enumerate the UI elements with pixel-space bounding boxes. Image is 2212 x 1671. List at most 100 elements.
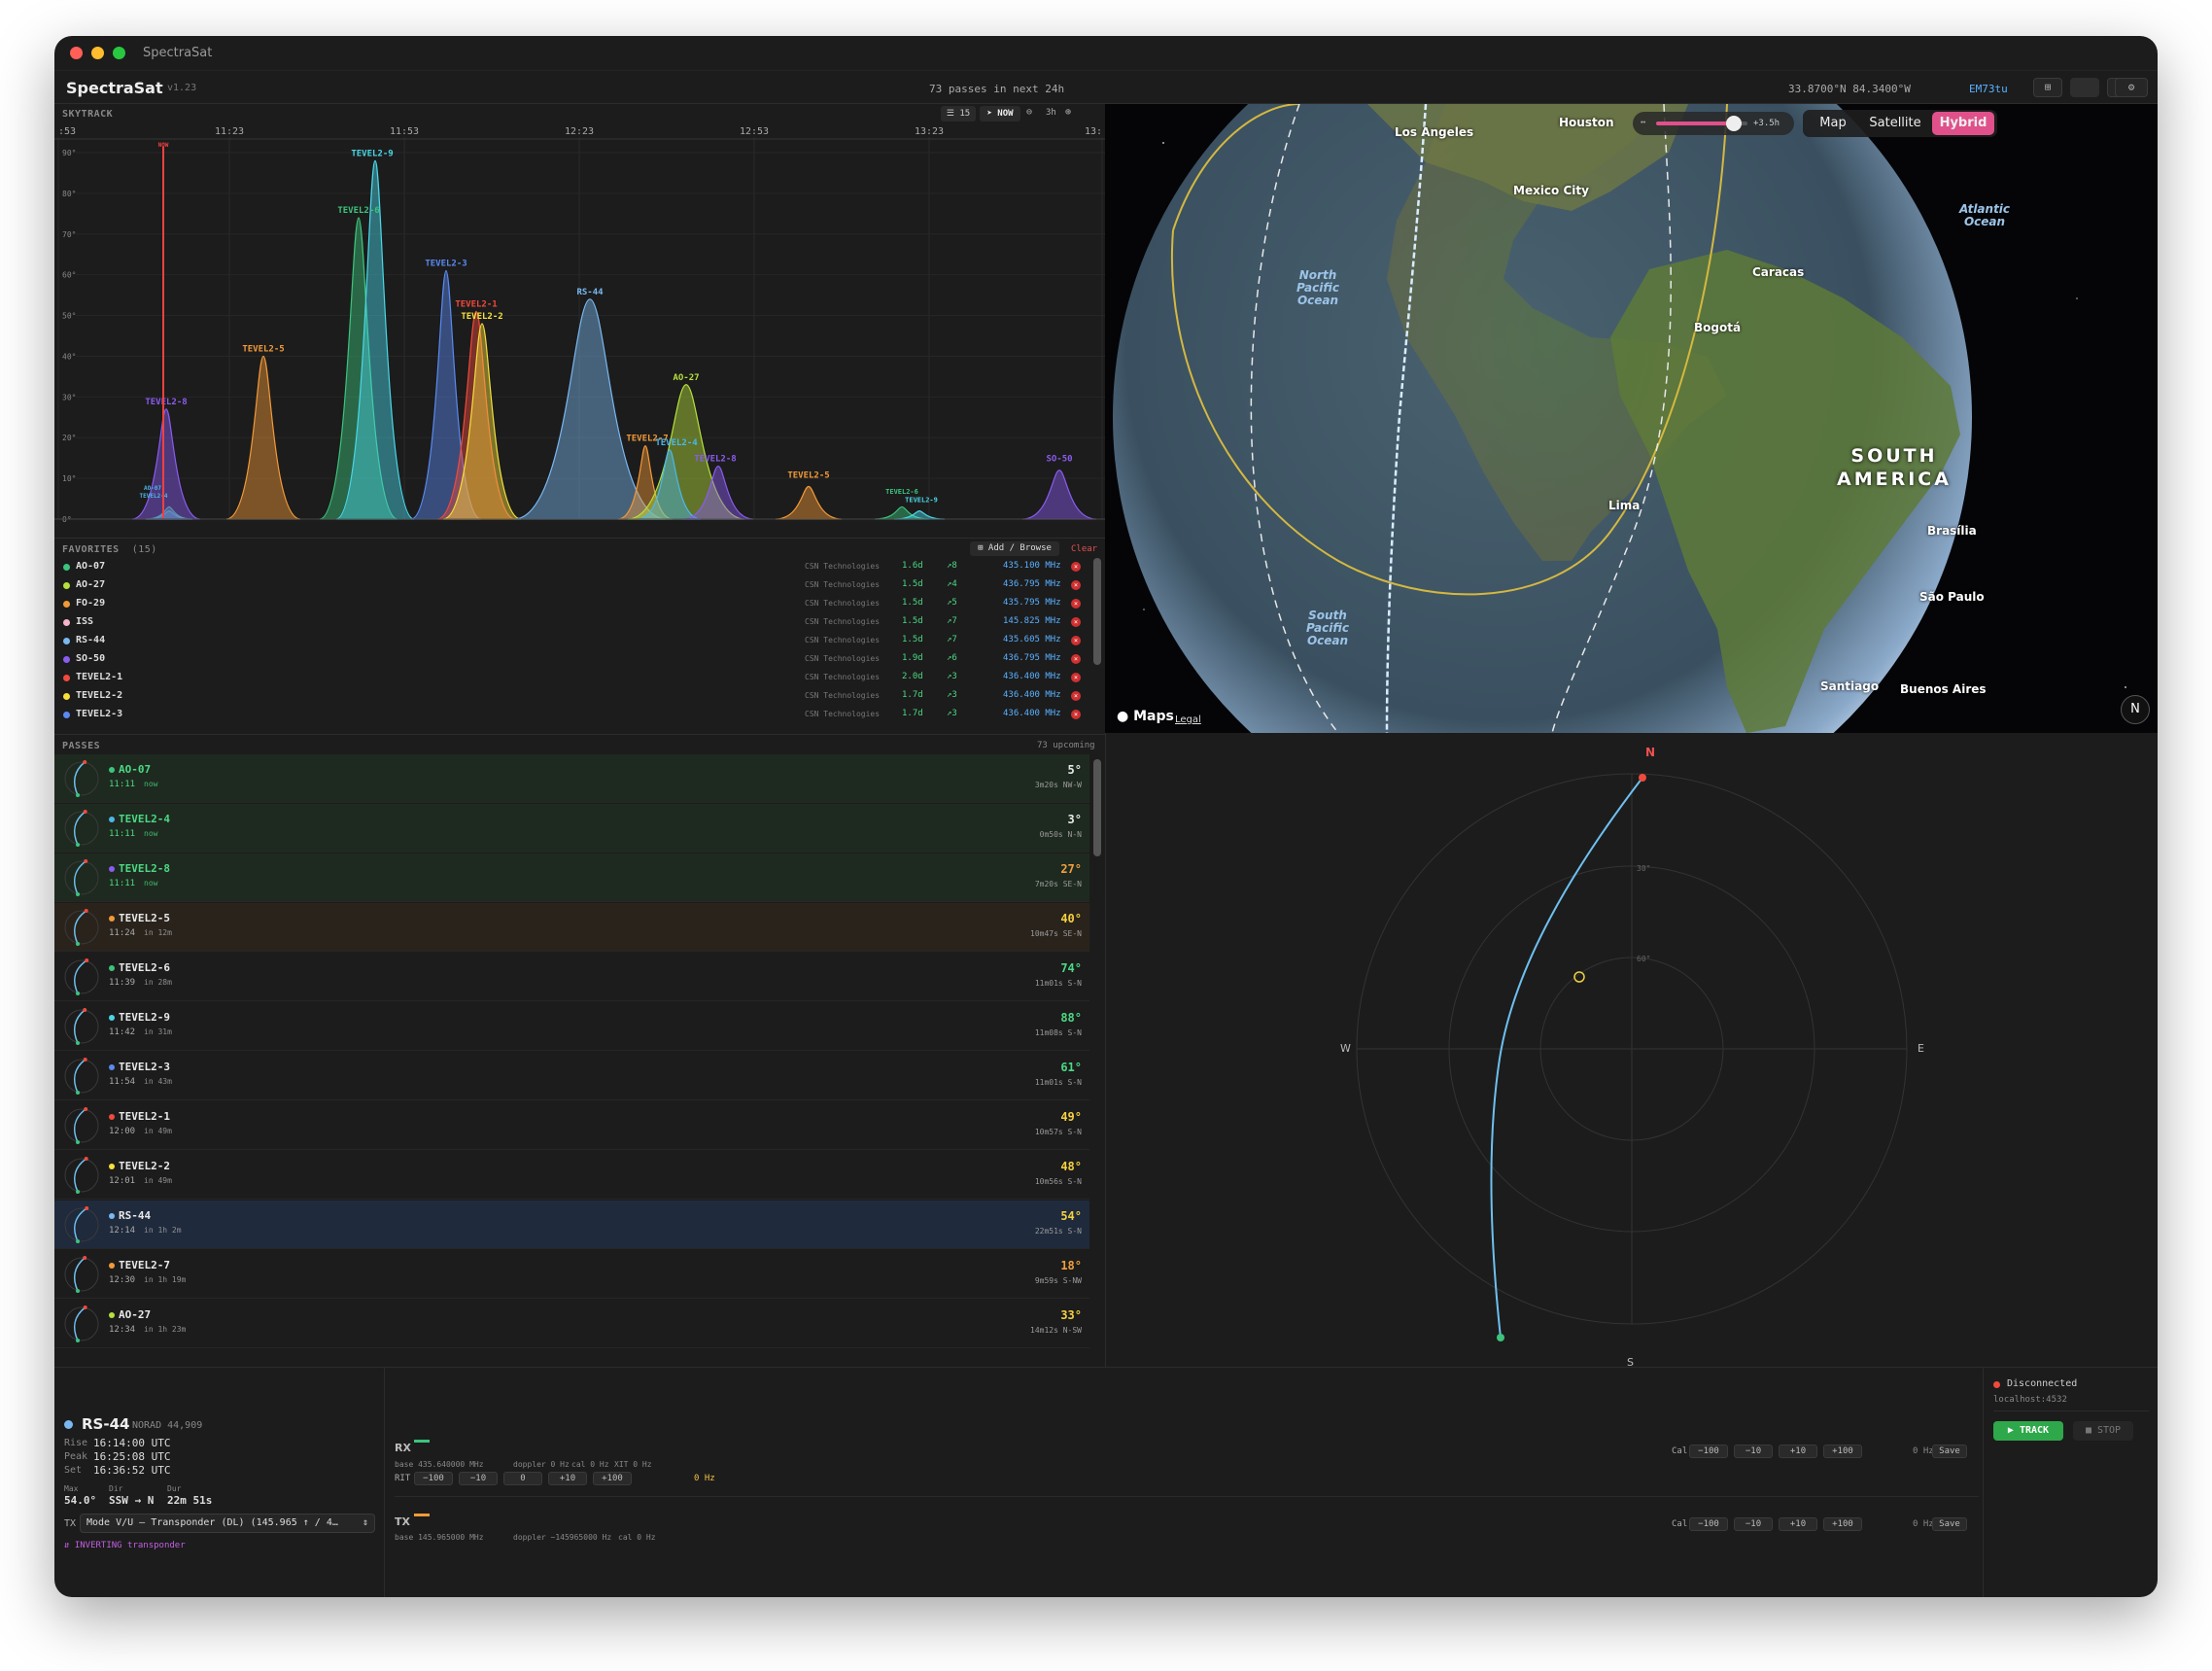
- map-mode-hybrid[interactable]: Hybrid: [1932, 112, 1994, 135]
- remove-favorite-icon[interactable]: ×: [1071, 710, 1081, 719]
- list-count-button[interactable]: ☰ 15: [941, 106, 976, 122]
- zoom-out-icon[interactable]: ⊖: [1026, 107, 1032, 118]
- rit-step-button[interactable]: −10: [459, 1472, 498, 1485]
- pass-row[interactable]: AO-07 11:11 now 5° 3m20s NW-W: [54, 754, 1089, 803]
- pass-row[interactable]: TEVEL2-4 11:11 now 3° 0m50s N-N: [54, 804, 1089, 853]
- rx-cal-step-button[interactable]: +10: [1779, 1445, 1817, 1458]
- rx-cal-step-button[interactable]: +100: [1823, 1445, 1862, 1458]
- favorite-item[interactable]: TEVEL2-1 CSN Technologies 2.0d ↗3 436.40…: [54, 669, 1089, 687]
- zoom-window-button[interactable]: [113, 47, 125, 59]
- remove-favorite-icon[interactable]: ×: [1071, 673, 1081, 682]
- pass-row[interactable]: TEVEL2-7 12:30 in 1h 19m 18° 9m59s S-NW: [54, 1250, 1089, 1299]
- pass-direction: SSW → N: [109, 1494, 155, 1507]
- pass-row[interactable]: TEVEL2-5 11:24 in 12m 40° 10m47s SE-N: [54, 903, 1089, 952]
- ocean-label: North Pacific Ocean: [1296, 268, 1339, 307]
- tx-cal-step-button[interactable]: +10: [1779, 1517, 1817, 1531]
- now-button[interactable]: ➤ NOW: [980, 106, 1020, 122]
- remove-favorite-icon[interactable]: ×: [1071, 580, 1081, 590]
- peak-label: TEVEL2-1: [455, 299, 497, 309]
- remove-favorite-icon[interactable]: ×: [1071, 617, 1081, 627]
- peak-label: TEVEL2-9: [351, 149, 393, 158]
- remove-favorite-icon[interactable]: ×: [1071, 654, 1081, 664]
- favorite-age: 1.7d: [902, 709, 923, 718]
- mini-polar-icon: [64, 1305, 99, 1342]
- pass-name: TEVEL2-8: [119, 862, 170, 875]
- pass-row[interactable]: TEVEL2-2 12:01 in 49m 48° 10m56s S-N: [54, 1151, 1089, 1200]
- clear-favorites-button[interactable]: Clear: [1071, 544, 1097, 554]
- transponder-select[interactable]: Mode V/U – Transponder (DL) (145.965 ↑ /…: [80, 1514, 375, 1533]
- pass-name: TEVEL2-6: [119, 961, 170, 974]
- rx-save-button[interactable]: Save: [1932, 1445, 1967, 1458]
- pass-row[interactable]: AO-27 12:34 in 1h 23m 33° 14m12s N-SW: [54, 1300, 1089, 1348]
- stop-button[interactable]: ■ STOP: [2073, 1421, 2133, 1441]
- tx-save-button[interactable]: Save: [1932, 1517, 1967, 1531]
- pass-row[interactable]: TEVEL2-8 11:11 now 27° 7m20s SE-N: [54, 853, 1089, 902]
- favorite-item[interactable]: AO-07 CSN Technologies 1.6d ↗8 435.100 M…: [54, 558, 1089, 576]
- legal-link[interactable]: Legal: [1175, 714, 1201, 725]
- pass-peak[interactable]: [775, 485, 843, 520]
- pass-time: 12:01: [109, 1176, 136, 1186]
- compass-button[interactable]: N: [2121, 695, 2150, 724]
- map-view[interactable]: ↔ +3.5h Map Satellite Hybrid Los Angeles…: [1105, 104, 2158, 733]
- pass-row[interactable]: TEVEL2-3 11:54 in 43m 61° 11m01s S-N: [54, 1052, 1089, 1100]
- rit-step-button[interactable]: −100: [414, 1472, 453, 1485]
- polar-plot-panel: N S E W 30° 60°: [1105, 733, 2158, 1369]
- pass-relative-time: in 1h 23m: [144, 1325, 187, 1334]
- pass-peak[interactable]: [1021, 470, 1097, 520]
- track-button[interactable]: ▶ TRACK: [1993, 1421, 2063, 1441]
- rit-step-button[interactable]: 0: [503, 1472, 542, 1485]
- peak-label: SO-50: [1046, 455, 1072, 465]
- favorite-item[interactable]: TEVEL2-2 CSN Technologies 1.7d ↗3 436.40…: [54, 687, 1089, 706]
- pass-time: 11:42: [109, 1027, 136, 1037]
- range-label[interactable]: 3h: [1046, 108, 1056, 118]
- tx-cal-step-button[interactable]: −10: [1734, 1517, 1773, 1531]
- favorite-item[interactable]: RS-44 CSN Technologies 1.5d ↗7 435.605 M…: [54, 632, 1089, 650]
- rx-cal-step-button[interactable]: −100: [1689, 1445, 1728, 1458]
- remove-favorite-icon[interactable]: ×: [1071, 636, 1081, 645]
- blank-toggle[interactable]: [2070, 78, 2099, 97]
- favorite-item[interactable]: TEVEL2-3 CSN Technologies 1.7d ↗3 436.40…: [54, 706, 1089, 724]
- favorite-item[interactable]: AO-27 CSN Technologies 1.5d ↗4 436.795 M…: [54, 576, 1089, 595]
- rx-cal-step-button[interactable]: −10: [1734, 1445, 1773, 1458]
- favorite-passes: ↗4: [947, 579, 957, 589]
- favorite-item[interactable]: SO-50 CSN Technologies 1.9d ↗6 436.795 M…: [54, 650, 1089, 669]
- tx-cal-step-button[interactable]: −100: [1689, 1517, 1728, 1531]
- bottom-panel: RS-44 NORAD 44,909 Rise 16:14:00 UTC Pea…: [54, 1367, 2158, 1597]
- time-slider[interactable]: ↔ +3.5h: [1633, 112, 1794, 135]
- continent-label: SOUTH AMERICA: [1837, 445, 1952, 490]
- elev-tick: 70°: [62, 230, 76, 239]
- slider-thumb[interactable]: [1726, 116, 1742, 131]
- pass-row[interactable]: TEVEL2-9 11:42 in 31m 88° 11m08s S-N: [54, 1002, 1089, 1051]
- grid-locator[interactable]: EM73tu: [1969, 83, 2008, 95]
- grid-icon: ⊞: [2044, 81, 2052, 93]
- rit-step-button[interactable]: +100: [593, 1472, 632, 1485]
- remove-favorite-icon[interactable]: ×: [1071, 599, 1081, 609]
- pass-row[interactable]: TEVEL2-1 12:00 in 49m 49° 10m57s S-N: [54, 1101, 1089, 1150]
- passes-scrollbar[interactable]: [1093, 759, 1101, 856]
- add-browse-button[interactable]: ⊞ Add / Browse: [970, 541, 1059, 556]
- pass-peak[interactable]: [131, 408, 201, 520]
- map-mode-map[interactable]: Map: [1807, 112, 1859, 135]
- tx-cal-step-button[interactable]: +100: [1823, 1517, 1862, 1531]
- rit-step-button[interactable]: +10: [548, 1472, 587, 1485]
- settings-button[interactable]: ⚙: [2115, 78, 2148, 97]
- city-label: Mexico City: [1513, 184, 1589, 197]
- location-coords[interactable]: 33.8700°N 84.3400°W: [1788, 83, 1911, 95]
- favorite-item[interactable]: FO-29 CSN Technologies 1.5d ↗5 435.795 M…: [54, 595, 1089, 613]
- pass-row[interactable]: TEVEL2-6 11:39 in 28m 74° 11m01s S-N: [54, 953, 1089, 1001]
- favorite-name: RS-44: [76, 635, 106, 645]
- remove-favorite-icon[interactable]: ×: [1071, 691, 1081, 701]
- close-window-button[interactable]: [70, 47, 83, 59]
- favorites-scrollbar[interactable]: [1093, 558, 1101, 665]
- favorite-item[interactable]: ISS CSN Technologies 1.5d ↗7 145.825 MHz…: [54, 613, 1089, 632]
- skytrack-chart[interactable]: :53 11:23 11:53 12:23 12:53 13:23 13: 90° 80° 70°…: [54, 123, 1105, 538]
- pass-max-elevation: 5°: [1067, 763, 1082, 777]
- zoom-in-icon[interactable]: ⊕: [1065, 107, 1071, 118]
- map-mode-satellite[interactable]: Satellite: [1863, 112, 1927, 135]
- pass-row[interactable]: RS-44 12:14 in 1h 2m 54° 22m51s S-N: [54, 1201, 1089, 1249]
- minimize-window-button[interactable]: [91, 47, 104, 59]
- layout-button[interactable]: ⊞: [2033, 78, 2062, 97]
- remove-favorite-icon[interactable]: ×: [1071, 562, 1081, 572]
- peak-label: RS-44: [576, 288, 604, 297]
- favorite-name: AO-27: [76, 579, 106, 590]
